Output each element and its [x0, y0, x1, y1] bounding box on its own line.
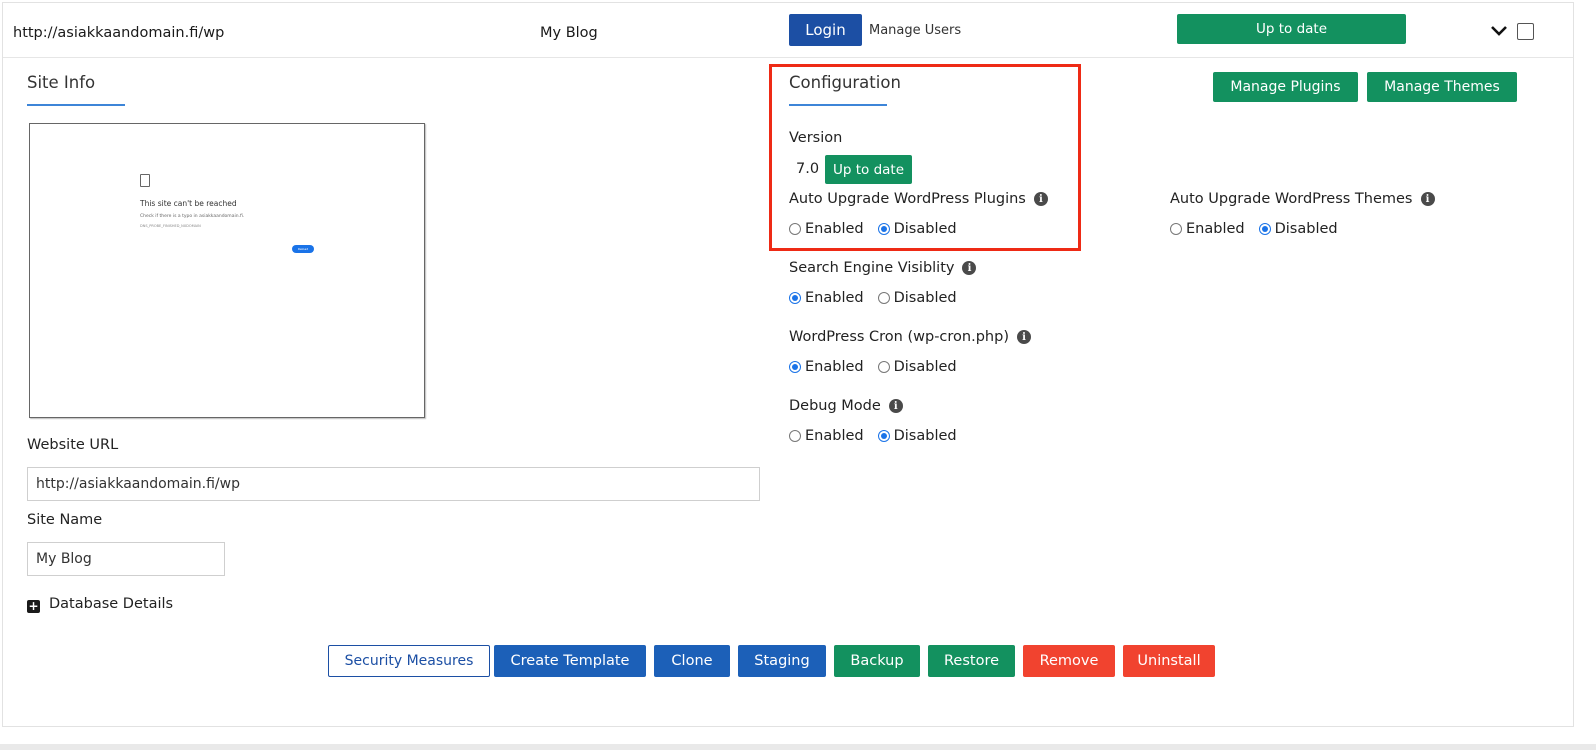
debug-mode-radios: Enabled Disabled	[789, 428, 971, 444]
clone-button[interactable]: Clone	[654, 645, 730, 677]
remove-button[interactable]: Remove	[1023, 645, 1115, 677]
auto-upgrade-themes-row: Auto Upgrade WordPress Themes i	[1170, 191, 1435, 207]
auto-upgrade-plugins-row: Auto Upgrade WordPress Plugins i	[789, 191, 1048, 207]
debug-mode-enabled-radio[interactable]	[789, 430, 801, 442]
wp-cron-enabled-radio[interactable]	[789, 361, 801, 373]
chevron-down-icon[interactable]	[1489, 23, 1509, 39]
plus-square-icon[interactable]: +	[27, 600, 40, 613]
manage-plugins-button[interactable]: Manage Plugins	[1213, 72, 1358, 102]
radio-label-enabled: Enabled	[805, 290, 864, 306]
version-value: 7.0	[796, 161, 820, 177]
site-info-underline	[27, 104, 125, 106]
manage-users-link[interactable]: Manage Users	[869, 23, 961, 38]
auto-upgrade-plugins-disabled-radio[interactable]	[877, 223, 890, 235]
site-name-header: My Blog	[540, 25, 598, 41]
radio-label-disabled: Disabled	[893, 221, 957, 237]
preview-error-line: Check if there is a typo in asiakkaandom…	[140, 214, 245, 219]
debug-mode-label: Debug Mode	[789, 398, 881, 414]
info-icon[interactable]: i	[888, 399, 903, 413]
uninstall-button[interactable]: Uninstall	[1123, 645, 1215, 677]
radio-label-disabled: Disabled	[893, 428, 957, 444]
auto-upgrade-plugins-enabled-radio[interactable]	[789, 223, 801, 235]
radio-label-disabled: Disabled	[1274, 221, 1338, 237]
search-engine-disabled-radio[interactable]	[877, 292, 890, 304]
preview-error-title: This site can't be reached	[140, 199, 237, 208]
site-url[interactable]: http://asiakkaandomain.fi/wp	[13, 25, 224, 41]
radio-label-disabled: Disabled	[893, 290, 957, 306]
preview-reload-button: Reload	[292, 245, 314, 253]
auto-upgrade-themes-radios: Enabled Disabled	[1170, 221, 1352, 237]
restore-button[interactable]: Restore	[928, 645, 1015, 677]
debug-mode-row: Debug Mode i	[789, 398, 903, 414]
radio-label-enabled: Enabled	[805, 359, 864, 375]
staging-button[interactable]: Staging	[738, 645, 826, 677]
security-measures-button[interactable]: Security Measures	[328, 645, 490, 677]
wp-cron-radios: Enabled Disabled	[789, 359, 971, 375]
website-url-label: Website URL	[27, 437, 119, 453]
site-header-row: http://asiakkaandomain.fi/wp My Blog Log…	[3, 3, 1573, 58]
create-template-button[interactable]: Create Template	[494, 645, 646, 677]
radio-label-enabled: Enabled	[805, 428, 864, 444]
info-icon[interactable]: i	[962, 261, 977, 275]
version-label: Version	[789, 130, 843, 146]
wp-cron-row: WordPress Cron (wp-cron.php) i	[789, 329, 1031, 345]
status-up-to-date-button[interactable]: Up to date	[1177, 14, 1406, 44]
page-bottom-divider	[0, 744, 1596, 750]
auto-upgrade-plugins-radios: Enabled Disabled	[789, 221, 971, 237]
configuration-title: Configuration	[789, 73, 901, 92]
debug-mode-disabled-radio[interactable]	[877, 430, 890, 442]
backup-button[interactable]: Backup	[834, 645, 920, 677]
search-engine-label: Search Engine Visiblity	[789, 260, 955, 276]
database-details-toggle[interactable]: Database Details	[49, 596, 173, 612]
preview-error-code: DNS_PROBE_FINISHED_NXDOMAIN	[140, 224, 201, 228]
radio-label-enabled: Enabled	[1186, 221, 1245, 237]
search-engine-radios: Enabled Disabled	[789, 290, 971, 306]
login-button[interactable]: Login	[789, 14, 862, 46]
site-info-title: Site Info	[27, 73, 96, 92]
select-site-checkbox[interactable]	[1517, 23, 1534, 40]
info-icon[interactable]: i	[1420, 192, 1435, 206]
auto-upgrade-plugins-label: Auto Upgrade WordPress Plugins	[789, 191, 1026, 207]
document-icon	[140, 174, 150, 187]
auto-upgrade-themes-enabled-radio[interactable]	[1170, 223, 1182, 235]
version-status-button[interactable]: Up to date	[825, 155, 912, 184]
info-icon[interactable]: i	[1016, 330, 1031, 344]
website-url-field[interactable]: http://asiakkaandomain.fi/wp	[27, 467, 760, 501]
site-preview-screenshot: This site can't be reached Check if ther…	[29, 123, 425, 418]
radio-label-disabled: Disabled	[893, 359, 957, 375]
search-engine-enabled-radio[interactable]	[789, 292, 801, 304]
site-name-label: Site Name	[27, 512, 103, 528]
manage-themes-button[interactable]: Manage Themes	[1367, 72, 1517, 102]
search-engine-row: Search Engine Visiblity i	[789, 260, 977, 276]
wp-cron-disabled-radio[interactable]	[877, 361, 890, 373]
radio-label-enabled: Enabled	[805, 221, 864, 237]
wp-cron-label: WordPress Cron (wp-cron.php)	[789, 329, 1009, 345]
site-card: http://asiakkaandomain.fi/wp My Blog Log…	[2, 2, 1574, 727]
site-name-field[interactable]: My Blog	[27, 542, 225, 576]
configuration-underline	[789, 104, 887, 106]
auto-upgrade-themes-label: Auto Upgrade WordPress Themes	[1170, 191, 1413, 207]
auto-upgrade-themes-disabled-radio[interactable]	[1258, 223, 1271, 235]
info-icon[interactable]: i	[1033, 192, 1048, 206]
